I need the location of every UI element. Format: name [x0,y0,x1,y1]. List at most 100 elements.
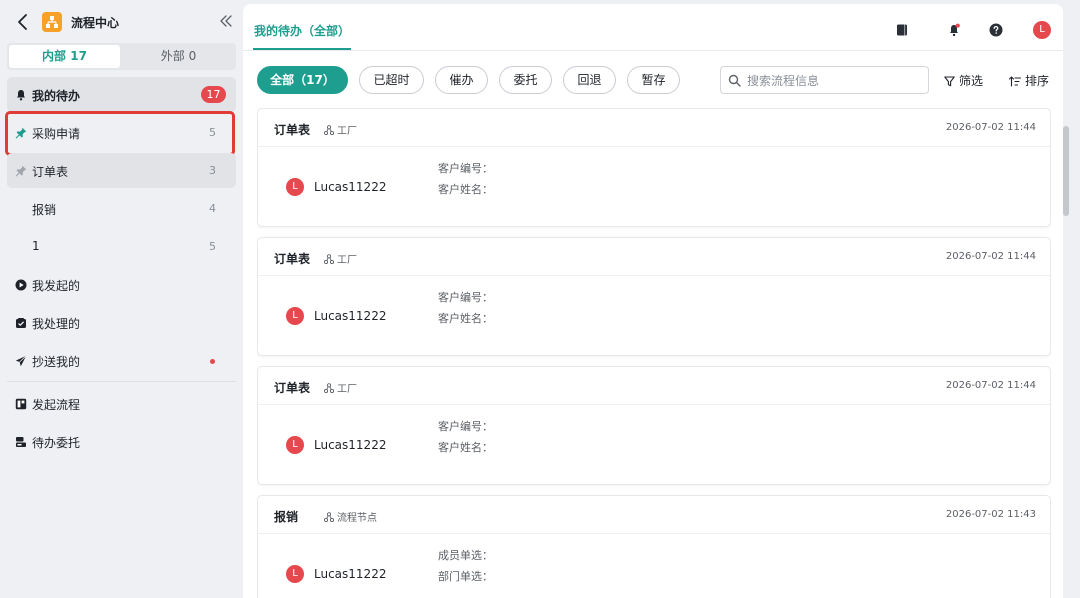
nav-pinned-purchase-request[interactable]: 采购申请 5 [7,115,236,150]
main-panel: 我的待办（全部） L 全部（17） 已超时 催办 委托 回退 暂存 搜索流程信息… [243,4,1069,598]
nav-reimbursement[interactable]: 报销 4 [7,191,236,226]
unread-dot [210,359,215,364]
node-icon [323,512,335,523]
avatar: L [286,307,304,325]
card-node: 流程节点 [323,509,377,524]
nav-start-flow[interactable]: 发起流程 [7,386,236,421]
nav-item-count: 5 [209,240,216,253]
filter-chip-delegate[interactable]: 委托 [499,66,552,94]
segment-internal[interactable]: 内部 17 [9,45,120,68]
notification-icon[interactable] [947,23,961,37]
card-node-label: 工厂 [337,126,357,137]
double-chevron-left-icon[interactable] [218,13,234,29]
segment-external[interactable]: 外部 0 [123,45,234,68]
card-node-label: 工厂 [337,384,357,395]
task-card[interactable]: 订单表 工厂 2026-07-02 11:44 L Lucas11222 客户编… [257,366,1051,485]
nav-item-1[interactable]: 1 5 [7,229,236,264]
help-icon[interactable] [989,23,1003,37]
nav-item-count: 4 [209,202,216,215]
avatar: L [286,436,304,454]
tab-my-todo-all[interactable]: 我的待办（全部） [254,22,350,39]
scope-segmented-control: 内部 17 外部 0 [7,43,236,70]
app-title: 流程中心 [71,16,120,30]
nav-my-todo[interactable]: 我的待办 17 [7,77,236,112]
card-header: 订单表 工厂 2026-07-02 11:44 [258,109,1050,147]
card-field: 部门单选： [438,570,493,583]
nav-delegate[interactable]: 待办委托 [7,424,236,459]
tab-underline [253,48,351,50]
filter-chip-urge[interactable]: 催办 [435,66,488,94]
nav-item-label: 我发起的 [32,279,81,293]
card-field: 客户姓名： [438,312,493,325]
task-list: 订单表 工厂 2026-07-02 11:44 L Lucas11222 客户编… [257,108,1051,598]
filter-chip-draft[interactable]: 暂存 [627,66,680,94]
task-card[interactable]: 订单表 工厂 2026-07-02 11:44 L Lucas11222 客户编… [257,108,1051,227]
filter-button[interactable]: 筛选 [944,72,983,89]
card-title: 订单表 [274,252,311,266]
book-icon[interactable] [895,23,909,37]
sidebar-header: 流程中心 [0,0,243,44]
chevron-left-icon[interactable] [14,12,32,32]
card-title: 报销 [274,510,299,524]
node-icon [323,125,335,136]
search-input[interactable] [747,71,922,90]
nav-item-label: 采购申请 [32,127,81,141]
filter-chip-all[interactable]: 全部（17） [257,66,348,94]
card-time: 2026-07-02 11:44 [945,251,1036,262]
nav-processed[interactable]: 我处理的 [7,305,236,340]
card-time: 2026-07-02 11:44 [945,380,1036,391]
nav-item-label: 待办委托 [32,436,81,450]
todo-count-badge: 17 [201,86,226,103]
nav-pinned-order-form[interactable]: 订单表 3 [7,153,236,188]
inbox-icon [16,318,26,328]
nav-item-label: 我处理的 [32,317,81,331]
card-title: 订单表 [274,381,311,395]
node-icon [323,383,335,394]
filter-button-label: 筛选 [959,74,984,88]
filter-chip-return[interactable]: 回退 [563,66,616,94]
delegate-icon [16,437,26,447]
card-title: 订单表 [274,123,311,137]
bell-icon [17,90,25,101]
sort-button-label: 排序 [1025,74,1050,88]
play-circle-icon [15,279,27,291]
top-bar: 我的待办（全部） L [243,4,1063,51]
card-node-label: 工厂 [337,255,357,266]
sort-icon [1008,76,1022,87]
scrollbar-thumb[interactable] [1063,126,1069,216]
nav-my-todo-label: 我的待办 [32,89,81,103]
card-node-label: 流程节点 [337,513,377,524]
card-node: 工厂 [323,122,357,137]
grid-icon [15,398,27,410]
card-user: Lucas11222 [314,438,387,452]
nav-item-label: 抄送我的 [32,355,81,369]
card-node: 工厂 [323,380,357,395]
send-icon [15,355,27,367]
card-field: 成员单选： [438,549,493,562]
sidebar: 流程中心 内部 17 外部 0 我的待办 17 采购申请 5 订单表 3 报销 [0,0,243,598]
filter-chip-overdue[interactable]: 已超时 [359,66,424,94]
card-field: 客户姓名： [438,183,493,196]
avatar: L [286,178,304,196]
nav-cc-me[interactable]: 抄送我的 [7,343,236,378]
card-field: 客户姓名： [438,441,493,454]
card-field: 客户编号： [438,291,493,304]
sort-button[interactable]: 排序 [1008,72,1050,89]
card-user: Lucas11222 [314,567,387,581]
funnel-icon [944,76,955,87]
task-card[interactable]: 订单表 工厂 2026-07-02 11:44 L Lucas11222 客户编… [257,237,1051,356]
user-avatar[interactable]: L [1033,21,1051,39]
nav-initiated[interactable]: 我发起的 [7,267,236,302]
search-icon [728,74,741,87]
card-time: 2026-07-02 11:44 [945,122,1036,133]
search-box [720,66,929,94]
flow-logo-icon [42,12,62,32]
task-card[interactable]: 报销 流程节点 2026-07-02 11:43 L Lucas11222 成员… [257,495,1051,598]
card-header: 订单表 工厂 2026-07-02 11:44 [258,238,1050,276]
card-user: Lucas11222 [314,180,387,194]
card-user: Lucas11222 [314,309,387,323]
card-time: 2026-07-02 11:43 [945,509,1036,520]
nav-item-label: 发起流程 [32,398,81,412]
nav-item-label: 订单表 [32,165,69,179]
card-node: 工厂 [323,251,357,266]
